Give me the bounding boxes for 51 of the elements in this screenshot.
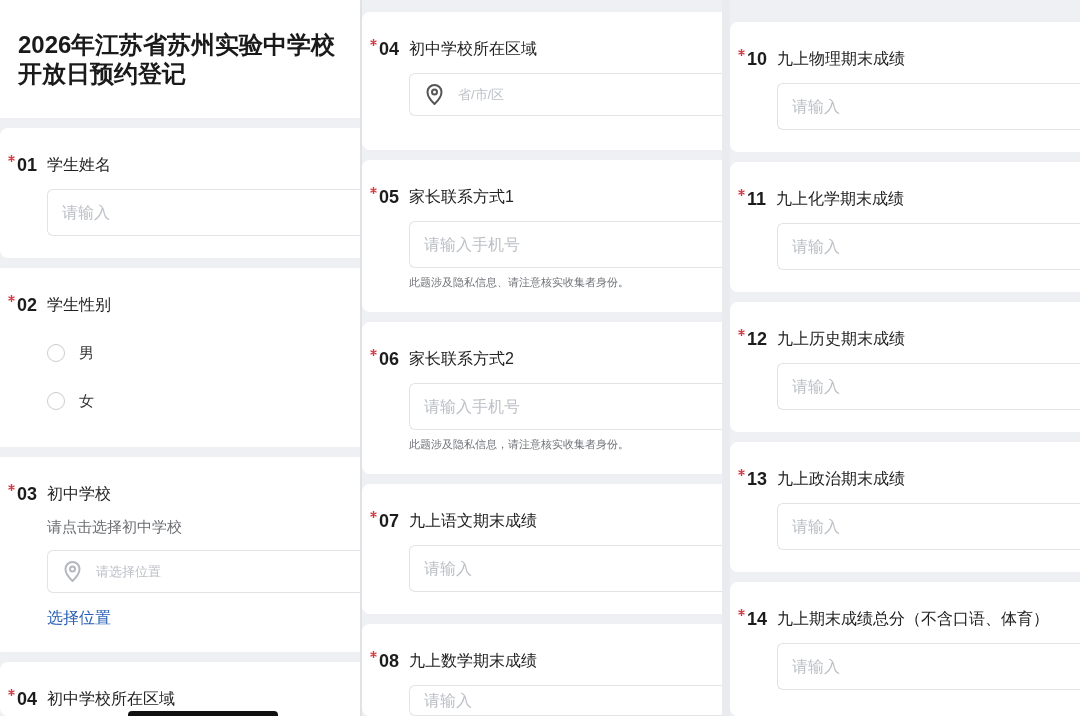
location-field[interactable]: 请选择位置 bbox=[47, 550, 360, 593]
input-field[interactable]: 请输入 bbox=[777, 363, 1080, 410]
question-label: 九上语文期末成绩 bbox=[409, 511, 538, 531]
question-number: 13 bbox=[747, 468, 768, 491]
question-number: 10 bbox=[747, 48, 768, 71]
question-label: 九上数学期末成绩 bbox=[409, 651, 538, 671]
input-field[interactable]: 请输入 bbox=[409, 545, 722, 592]
privacy-hint: 此题涉及隐私信息，请注意核实收集者身份。 bbox=[409, 437, 630, 452]
radio-button[interactable] bbox=[47, 344, 65, 362]
question-description: 请点击选择初中学校 bbox=[47, 517, 183, 537]
question-number: 01 bbox=[17, 154, 38, 177]
question-number: 04 bbox=[379, 38, 400, 61]
question-label: 九上政治期末成绩 bbox=[777, 469, 906, 489]
option-label: 女 bbox=[79, 390, 94, 411]
question-number: 11 bbox=[747, 188, 767, 211]
question-number: 07 bbox=[379, 510, 400, 533]
input-field[interactable]: 请输入手机号 bbox=[409, 221, 722, 268]
question-label: 初中学校所在区域 bbox=[409, 39, 538, 59]
input-field[interactable]: 请输入 bbox=[409, 685, 722, 716]
question-number: 06 bbox=[379, 348, 400, 371]
question-label: 九上历史期末成绩 bbox=[777, 329, 906, 349]
location-pin-icon bbox=[426, 83, 443, 105]
radio-button[interactable] bbox=[47, 392, 65, 410]
location-field[interactable]: 省/市/区 bbox=[409, 73, 722, 116]
question-label: 学生姓名 bbox=[47, 155, 112, 175]
question-label: 家长联系方式1 bbox=[409, 187, 514, 207]
question-label: 初中学校所在区域 bbox=[47, 689, 176, 709]
location-pin-icon bbox=[64, 560, 81, 582]
question-number: 12 bbox=[747, 328, 768, 351]
input-field[interactable]: 请输入 bbox=[47, 189, 360, 236]
question-label: 九上物理期末成绩 bbox=[777, 49, 906, 69]
input-field[interactable]: 请输入 bbox=[777, 83, 1080, 130]
question-number: 08 bbox=[379, 650, 400, 673]
form-title: 2026年江苏省苏州实验中学校 开放日预约登记 bbox=[18, 30, 337, 88]
input-field[interactable]: 请输入 bbox=[777, 643, 1080, 690]
question-label: 九上期末成绩总分（不含口语、体育） bbox=[777, 609, 1050, 629]
question-label: 学生性别 bbox=[47, 295, 112, 315]
question-number: 05 bbox=[379, 186, 400, 209]
option-label: 男 bbox=[79, 342, 94, 363]
question-number: 04 bbox=[17, 688, 38, 711]
input-field[interactable]: 请输入 bbox=[777, 223, 1080, 270]
question-number: 03 bbox=[17, 483, 38, 506]
question-label: 家长联系方式2 bbox=[409, 349, 514, 369]
question-number: 02 bbox=[17, 294, 38, 317]
input-field[interactable]: 请输入手机号 bbox=[409, 383, 722, 430]
question-number: 14 bbox=[747, 608, 768, 631]
question-label: 初中学校 bbox=[47, 484, 112, 504]
input-field[interactable]: 请输入 bbox=[777, 503, 1080, 550]
privacy-hint: 此题涉及隐私信息、请注意核实收集者身份。 bbox=[409, 275, 630, 290]
question-label: 九上化学期末成绩 bbox=[776, 189, 905, 209]
select-location-link[interactable]: 选择位置 bbox=[47, 606, 111, 630]
